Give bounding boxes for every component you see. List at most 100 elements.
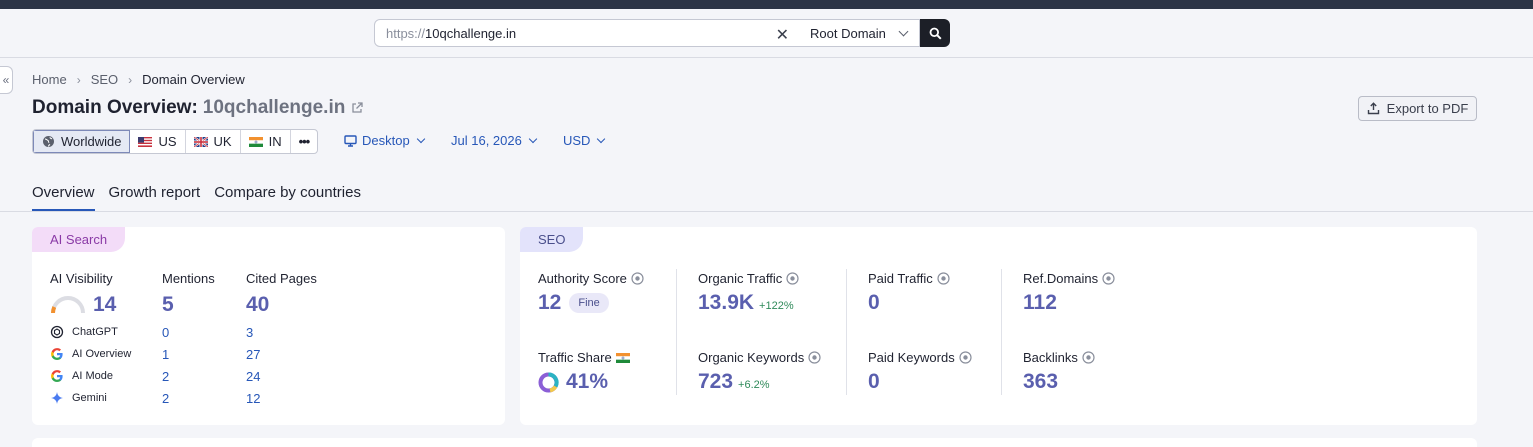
traffic-share-block: 41% xyxy=(538,370,608,394)
report-tabs: Overview Growth report Compare by countr… xyxy=(32,184,361,211)
authority-score-label-text: Authority Score xyxy=(538,271,627,286)
ai-search-card: AI Search AI Visibility Mentions Cited P… xyxy=(32,227,505,425)
gemini-cited[interactable]: 12 xyxy=(246,391,260,406)
ref-domains-value[interactable]: 112 xyxy=(1023,291,1057,315)
breadcrumb-current: Domain Overview xyxy=(142,72,245,87)
export-icon xyxy=(1367,102,1379,115)
chevron-down-icon xyxy=(898,26,909,37)
chatgpt-mentions[interactable]: 0 xyxy=(162,325,169,340)
tab-growth-report[interactable]: Growth report xyxy=(109,184,201,211)
breadcrumb-seo[interactable]: SEO xyxy=(91,72,118,87)
region-worldwide[interactable]: Worldwide xyxy=(33,130,131,153)
organic-keywords-label: Organic Keywords xyxy=(698,350,821,365)
region-uk[interactable]: UK xyxy=(186,130,241,153)
authority-score-value[interactable]: 12 xyxy=(538,291,561,315)
paid-keywords-label-text: Paid Keywords xyxy=(868,350,955,365)
chatgpt-cited[interactable]: 3 xyxy=(246,325,253,340)
column-divider xyxy=(846,347,847,395)
search-button[interactable] xyxy=(920,19,950,47)
us-flag-icon xyxy=(138,136,153,147)
in-flag-icon xyxy=(615,352,630,363)
ai-row-name: ChatGPT xyxy=(72,326,118,338)
cited-pages-label: Cited Pages xyxy=(246,271,317,286)
info-icon[interactable] xyxy=(937,272,950,285)
more-icon: ••• xyxy=(298,134,311,149)
seo-tag: SEO xyxy=(520,227,584,252)
breadcrumb: Home › SEO › Domain Overview xyxy=(32,72,245,87)
ai-row-gemini: Gemini xyxy=(50,391,107,405)
chevron-right-icon: › xyxy=(128,72,133,87)
region-in[interactable]: IN xyxy=(241,130,291,153)
search-row: https://10qchallenge.in ✕ Root Domain xyxy=(0,9,1533,57)
organic-keywords-delta: +6.2% xyxy=(738,379,770,391)
ref-domains-label: Ref.Domains xyxy=(1023,271,1115,286)
ref-domains-label-text: Ref.Domains xyxy=(1023,271,1099,286)
export-pdf-button[interactable]: Export to PDF xyxy=(1358,96,1477,121)
organic-keywords-block: 723 +6.2% xyxy=(698,370,770,394)
ai-overview-cited[interactable]: 27 xyxy=(246,347,260,362)
paid-keywords-value[interactable]: 0 xyxy=(868,370,880,394)
region-more-button[interactable]: ••• xyxy=(291,130,318,153)
organic-keywords-value[interactable]: 723 xyxy=(698,370,733,394)
page-title-label: Domain Overview: xyxy=(32,97,198,118)
gemini-mentions[interactable]: 2 xyxy=(162,391,169,406)
domain-search-input[interactable]: https://10qchallenge.in ✕ xyxy=(374,19,800,47)
desktop-icon xyxy=(344,134,357,147)
chevron-down-icon xyxy=(597,134,606,144)
scope-select-label: Root Domain xyxy=(810,25,886,41)
collapse-sidebar-button[interactable]: « xyxy=(0,66,13,94)
mentions-value[interactable]: 5 xyxy=(162,293,174,317)
seo-card: SEO Authority Score 12 Fine Organic Traf… xyxy=(520,227,1477,425)
gemini-icon xyxy=(51,392,63,404)
organic-traffic-label: Organic Traffic xyxy=(698,271,799,286)
google-icon xyxy=(51,370,63,382)
authority-score-label: Authority Score xyxy=(538,271,644,286)
currency-dropdown[interactable]: USD xyxy=(563,133,606,148)
globe-icon xyxy=(43,136,54,147)
paid-traffic-value[interactable]: 0 xyxy=(868,291,880,315)
region-uk-label: UK xyxy=(213,134,232,149)
traffic-share-value[interactable]: 41% xyxy=(566,370,608,394)
ai-row-ai-overview: AI Overview xyxy=(50,347,131,361)
chevron-down-icon xyxy=(528,134,538,144)
backlinks-value[interactable]: 363 xyxy=(1023,370,1058,394)
info-icon[interactable] xyxy=(1082,351,1095,364)
info-icon[interactable] xyxy=(631,272,644,285)
external-link-icon[interactable] xyxy=(351,102,363,114)
organic-traffic-delta: +122% xyxy=(759,300,794,312)
paid-traffic-label: Paid Traffic xyxy=(868,271,950,286)
scope-select[interactable]: Root Domain xyxy=(799,19,920,47)
tab-overview[interactable]: Overview xyxy=(32,184,95,211)
info-icon[interactable] xyxy=(808,351,821,364)
authority-score-block: 12 Fine xyxy=(538,291,609,315)
in-flag-icon xyxy=(248,136,263,147)
traffic-share-label-text: Traffic Share xyxy=(538,350,612,365)
tabs-divider xyxy=(0,211,1533,212)
chevron-down-icon xyxy=(416,134,425,144)
ai-mode-mentions[interactable]: 2 xyxy=(162,369,169,384)
ai-mode-cited[interactable]: 24 xyxy=(246,369,260,384)
tab-compare-by-countries[interactable]: Compare by countries xyxy=(214,184,361,211)
ai-overview-mentions[interactable]: 1 xyxy=(162,347,169,362)
export-label: Export to PDF xyxy=(1386,101,1469,116)
info-icon[interactable] xyxy=(1102,272,1115,285)
info-icon[interactable] xyxy=(959,351,972,364)
ai-visibility-value[interactable]: 14 xyxy=(93,293,116,317)
traffic-share-label: Traffic Share xyxy=(538,350,630,365)
date-dropdown-label: Jul 16, 2026 xyxy=(451,133,522,148)
cited-pages-value[interactable]: 40 xyxy=(246,293,269,317)
organic-traffic-label-text: Organic Traffic xyxy=(698,271,783,286)
google-icon xyxy=(51,348,63,360)
region-us[interactable]: US xyxy=(130,130,186,153)
info-icon[interactable] xyxy=(786,272,799,285)
organic-traffic-value[interactable]: 13.9K xyxy=(698,291,754,315)
column-divider xyxy=(676,347,677,395)
date-dropdown[interactable]: Jul 16, 2026 xyxy=(451,133,538,148)
donut-chart-icon xyxy=(538,371,559,392)
clear-icon[interactable]: ✕ xyxy=(776,25,789,45)
device-dropdown[interactable]: Desktop xyxy=(344,133,425,148)
next-card xyxy=(32,438,1477,447)
breadcrumb-home[interactable]: Home xyxy=(32,72,67,87)
page-title-domain[interactable]: 10qchallenge.in xyxy=(203,97,346,119)
backlinks-label: Backlinks xyxy=(1023,350,1095,365)
